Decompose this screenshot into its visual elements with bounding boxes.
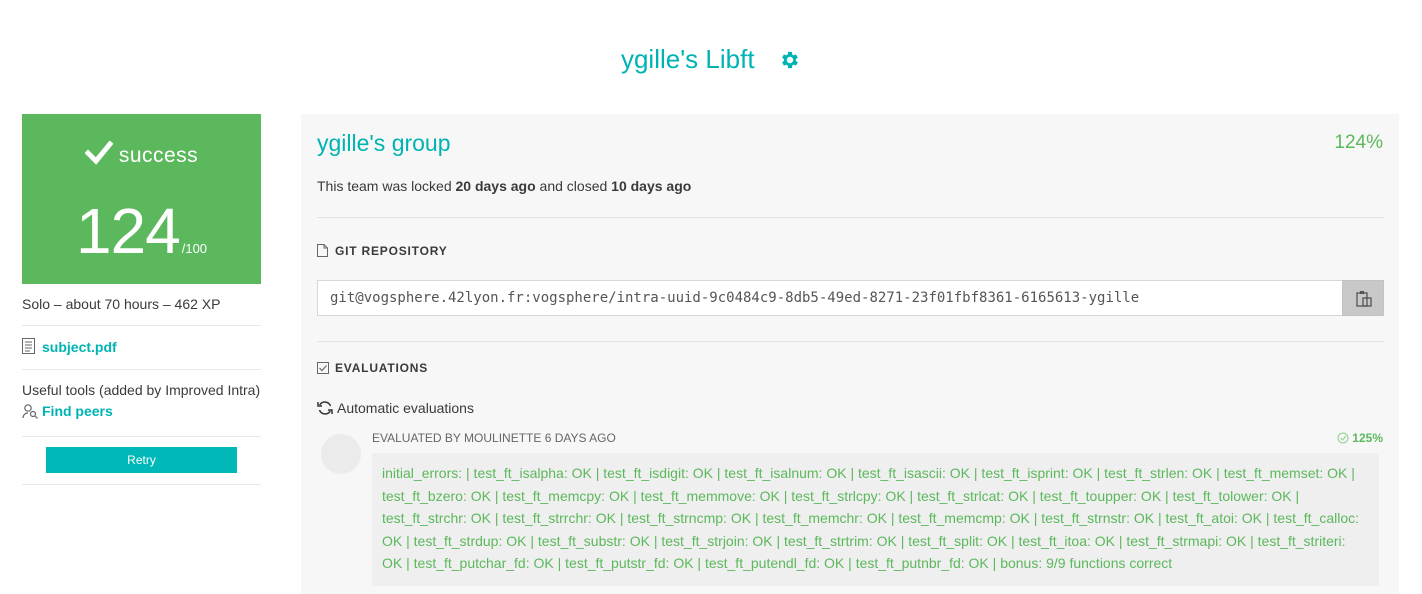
document-icon: [22, 338, 36, 354]
page-header: ygille's Libft: [0, 44, 1422, 75]
find-peers-icon: [22, 403, 38, 419]
project-meta: Solo – about 70 hours – 462 XP: [22, 284, 261, 326]
copy-button[interactable]: [1342, 280, 1384, 316]
git-section-text: GIT REPOSITORY: [335, 244, 448, 258]
divider: [317, 217, 1384, 218]
status-card: success 124/100: [22, 114, 261, 284]
locked-prefix: This team was locked: [317, 178, 456, 194]
retry-button[interactable]: Retry: [46, 447, 237, 473]
checkbox-icon: [317, 362, 329, 375]
divider: [317, 341, 1384, 342]
group-percent: 124%: [1334, 132, 1383, 153]
tools-label: Useful tools (added by Improved Intra): [22, 382, 261, 398]
checkmark-icon: [84, 140, 114, 166]
sidebar: success 124/100 Solo – about 70 hours – …: [22, 114, 261, 485]
evaluations-section-label: EVALUATIONS: [317, 361, 428, 375]
find-peers-link[interactable]: Find peers: [42, 403, 113, 419]
team-lock-status: This team was locked 20 days ago and clo…: [317, 178, 691, 194]
git-section-label: GIT REPOSITORY: [317, 244, 448, 258]
check-circle-icon: [1337, 432, 1349, 444]
tools-row: Useful tools (added by Improved Intra) F…: [22, 370, 261, 437]
git-repo-url[interactable]: git@vogsphere.42lyon.fr:vogsphere/intra-…: [330, 290, 1139, 306]
clipboard-icon: [1356, 291, 1372, 307]
automatic-evaluations-label: Automatic evaluations: [337, 400, 474, 416]
evaluation-score-value: 125%: [1352, 431, 1383, 445]
avatar: [321, 434, 361, 474]
score-value: 124: [75, 195, 181, 267]
evaluation-score: 125%: [1337, 431, 1383, 445]
evaluated-by: EVALUATED BY MOULINETTE 6 DAYS AGO: [372, 431, 616, 445]
automatic-evaluations: Automatic evaluations: [317, 400, 474, 416]
evaluation-result: initial_errors: | test_ft_isalpha: OK | …: [372, 453, 1379, 586]
subject-row: subject.pdf: [22, 326, 261, 370]
evaluations-section-text: EVALUATIONS: [335, 361, 429, 375]
status-text: success: [118, 144, 199, 167]
project-meta-text: Solo – about 70 hours – 462 XP: [22, 296, 221, 312]
file-icon: [317, 244, 329, 257]
subject-link[interactable]: subject.pdf: [42, 339, 117, 355]
group-title: ygille's group: [317, 130, 451, 156]
git-repo-field[interactable]: git@vogsphere.42lyon.fr:vogsphere/intra-…: [317, 280, 1384, 316]
closed-when: 10 days ago: [611, 178, 692, 194]
gear-icon[interactable]: [779, 49, 801, 71]
score-max: /100: [181, 241, 208, 256]
page-title: ygille's Libft: [620, 44, 755, 74]
closed-prefix: and closed: [535, 178, 612, 194]
team-panel: ygille's group 124% This team was locked…: [301, 114, 1399, 594]
retry-row: Retry: [22, 437, 261, 485]
locked-when: 20 days ago: [455, 178, 536, 194]
refresh-icon: [317, 400, 333, 416]
